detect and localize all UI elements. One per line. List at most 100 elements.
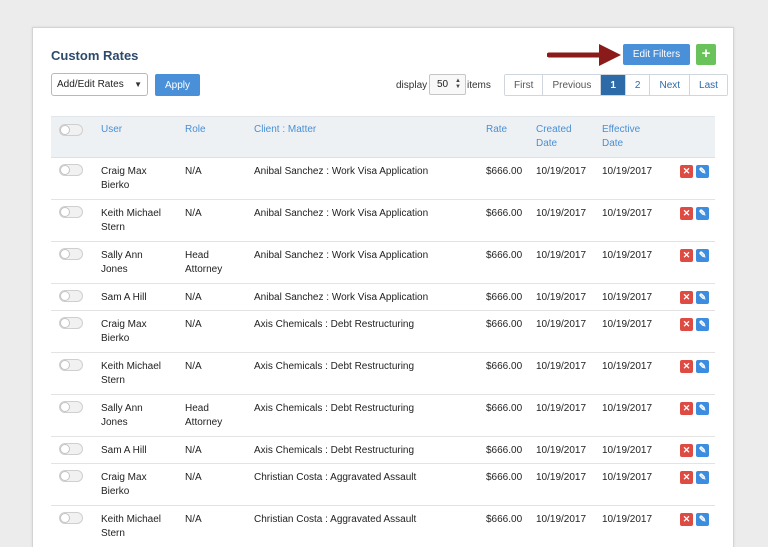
add-rate-button[interactable]: + bbox=[696, 44, 716, 65]
page-2[interactable]: 2 bbox=[625, 75, 651, 95]
close-icon: ✕ bbox=[682, 361, 691, 371]
cell-effective-date: 10/19/2017 bbox=[602, 445, 653, 456]
edit-rate-button[interactable]: ✎ bbox=[696, 471, 709, 484]
delete-rate-button[interactable]: ✕ bbox=[680, 402, 693, 415]
table-row: Sally Ann Jones Head Attorney Axis Chemica… bbox=[51, 394, 715, 437]
per-page-value: 50 bbox=[437, 79, 449, 90]
edit-rate-button[interactable]: ✎ bbox=[696, 291, 709, 304]
cell-rate: $666.00 bbox=[486, 445, 523, 456]
close-icon: ✕ bbox=[682, 166, 691, 176]
cell-role: N/A bbox=[185, 361, 202, 372]
pencil-icon: ✎ bbox=[698, 445, 707, 455]
cell-rate: $666.00 bbox=[486, 166, 523, 177]
close-icon: ✕ bbox=[682, 319, 691, 329]
cell-user: Craig Max Bierko bbox=[101, 166, 147, 191]
cell-effective-date: 10/19/2017 bbox=[602, 166, 653, 177]
cell-user: Craig Max Bierko bbox=[101, 472, 147, 497]
cell-created-date: 10/19/2017 bbox=[536, 472, 587, 483]
cell-created-date: 10/19/2017 bbox=[536, 445, 587, 456]
cell-created-date: 10/19/2017 bbox=[536, 292, 587, 303]
edit-rate-button[interactable]: ✎ bbox=[696, 165, 709, 178]
cell-user: Keith Michael Stern bbox=[101, 361, 162, 386]
row-select-toggle[interactable] bbox=[59, 512, 83, 524]
custom-rates-panel: Custom Rates Edit Filters + Add/Edit Rat… bbox=[32, 27, 734, 547]
header-rate[interactable]: Rate bbox=[486, 123, 507, 137]
close-icon: ✕ bbox=[682, 445, 691, 455]
pencil-icon: ✎ bbox=[698, 403, 707, 413]
delete-rate-button[interactable]: ✕ bbox=[680, 360, 693, 373]
cell-created-date: 10/19/2017 bbox=[536, 208, 587, 219]
edit-rate-button[interactable]: ✎ bbox=[696, 360, 709, 373]
edit-rate-button[interactable]: ✎ bbox=[696, 207, 709, 220]
table-row: Keith Michael Stern N/A Anibal Sanchez : W… bbox=[51, 199, 715, 242]
page-next[interactable]: Next bbox=[650, 75, 691, 95]
delete-rate-button[interactable]: ✕ bbox=[680, 207, 693, 220]
close-icon: ✕ bbox=[682, 472, 691, 482]
table-row: Sam A Hill N/A Anibal Sanchez : Work Visa … bbox=[51, 283, 715, 311]
cell-role: N/A bbox=[185, 514, 202, 525]
cell-created-date: 10/19/2017 bbox=[536, 166, 587, 177]
cell-rate: $666.00 bbox=[486, 403, 523, 414]
cell-client-matter: Axis Chemicals : Debt Restructuring bbox=[254, 361, 415, 372]
delete-rate-button[interactable]: ✕ bbox=[680, 444, 693, 457]
table-row: Craig Max Bierko N/A Axis Chemicals : Debt… bbox=[51, 310, 715, 353]
row-select-toggle[interactable] bbox=[59, 401, 83, 413]
edit-rate-button[interactable]: ✎ bbox=[696, 444, 709, 457]
page-last[interactable]: Last bbox=[690, 75, 727, 95]
select-all-toggle[interactable] bbox=[59, 124, 83, 136]
row-select-toggle[interactable] bbox=[59, 164, 83, 176]
header-effective-date[interactable]: Effective Date bbox=[602, 123, 650, 151]
cell-role: N/A bbox=[185, 319, 202, 330]
cell-role: N/A bbox=[185, 445, 202, 456]
page-1[interactable]: 1 bbox=[601, 75, 626, 95]
apply-button[interactable]: Apply bbox=[155, 74, 200, 96]
row-select-toggle[interactable] bbox=[59, 248, 83, 260]
table-row: Sally Ann Jones Head Attorney Anibal Sanch… bbox=[51, 241, 715, 284]
delete-rate-button[interactable]: ✕ bbox=[680, 165, 693, 178]
cell-user: Sam A Hill bbox=[101, 445, 147, 456]
row-select-toggle[interactable] bbox=[59, 317, 83, 329]
row-select-toggle[interactable] bbox=[59, 443, 83, 455]
delete-rate-button[interactable]: ✕ bbox=[680, 513, 693, 526]
page-title: Custom Rates bbox=[51, 48, 139, 63]
cell-created-date: 10/19/2017 bbox=[536, 319, 587, 330]
table-row: Keith Michael Stern N/A Axis Chemicals : D… bbox=[51, 352, 715, 395]
close-icon: ✕ bbox=[682, 208, 691, 218]
cell-created-date: 10/19/2017 bbox=[536, 361, 587, 372]
row-select-toggle[interactable] bbox=[59, 359, 83, 371]
edit-rate-button[interactable]: ✎ bbox=[696, 513, 709, 526]
pencil-icon: ✎ bbox=[698, 514, 707, 524]
table-row: Craig Max Bierko N/A Christian Costa : Agg… bbox=[51, 463, 715, 506]
cell-effective-date: 10/19/2017 bbox=[602, 403, 653, 414]
edit-rate-button[interactable]: ✎ bbox=[696, 318, 709, 331]
delete-rate-button[interactable]: ✕ bbox=[680, 318, 693, 331]
page-previous[interactable]: Previous bbox=[543, 75, 602, 95]
header-created-date[interactable]: Created Date bbox=[536, 123, 584, 151]
cell-role: N/A bbox=[185, 472, 202, 483]
cell-client-matter: Anibal Sanchez : Work Visa Application bbox=[254, 166, 429, 177]
delete-rate-button[interactable]: ✕ bbox=[680, 291, 693, 304]
page-first[interactable]: First bbox=[505, 75, 544, 95]
pencil-icon: ✎ bbox=[698, 292, 707, 302]
cell-effective-date: 10/19/2017 bbox=[602, 292, 653, 303]
edit-rate-button[interactable]: ✎ bbox=[696, 249, 709, 262]
cell-rate: $666.00 bbox=[486, 250, 523, 261]
row-select-toggle[interactable] bbox=[59, 470, 83, 482]
edit-rate-button[interactable]: ✎ bbox=[696, 402, 709, 415]
delete-rate-button[interactable]: ✕ bbox=[680, 249, 693, 262]
header-user[interactable]: User bbox=[101, 123, 122, 137]
header-client-matter[interactable]: Client : Matter bbox=[254, 123, 316, 137]
cell-effective-date: 10/19/2017 bbox=[602, 250, 653, 261]
header-role[interactable]: Role bbox=[185, 123, 206, 137]
chevron-down-icon: ▼ bbox=[134, 80, 142, 89]
delete-rate-button[interactable]: ✕ bbox=[680, 471, 693, 484]
row-select-toggle[interactable] bbox=[59, 206, 83, 218]
rates-action-select[interactable]: Add/Edit Rates ▼ bbox=[51, 73, 148, 96]
per-page-stepper[interactable]: 50 ▲ ▼ bbox=[429, 74, 466, 95]
table-row: Sam A Hill N/A Axis Chemicals : Debt Restr… bbox=[51, 436, 715, 464]
cell-role: Head Attorney bbox=[185, 403, 223, 428]
row-select-toggle[interactable] bbox=[59, 290, 83, 302]
rates-action-select-value: Add/Edit Rates bbox=[57, 79, 124, 90]
cell-client-matter: Axis Chemicals : Debt Restructuring bbox=[254, 319, 415, 330]
edit-filters-button[interactable]: Edit Filters bbox=[623, 44, 690, 65]
